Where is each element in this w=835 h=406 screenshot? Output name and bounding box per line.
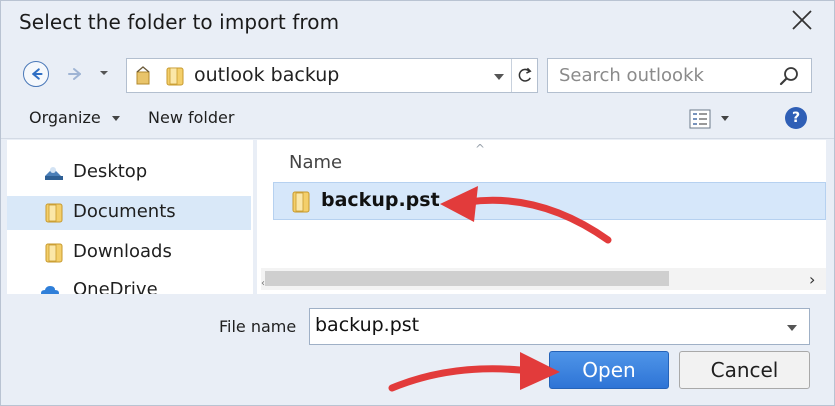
organize-menu[interactable]: Organize — [29, 108, 101, 127]
sort-caret-icon: ^ — [475, 142, 486, 156]
import-folder-dialog: Select the folder to import from outlook… — [0, 0, 835, 406]
nav-item-desktop[interactable]: Desktop — [7, 156, 251, 190]
address-path: outlook backup — [194, 64, 340, 86]
nav-item-label: Downloads — [73, 241, 172, 262]
scrollbar-thumb[interactable] — [265, 271, 669, 286]
view-dropdown-icon[interactable] — [721, 116, 729, 122]
close-icon[interactable] — [789, 7, 815, 33]
file-row-backup-pst[interactable]: backup.pst — [273, 182, 826, 220]
refresh-icon[interactable] — [511, 59, 537, 92]
open-button[interactable]: Open — [549, 351, 669, 389]
nav-item-label: Documents — [73, 201, 176, 222]
column-header-name[interactable]: Name — [289, 152, 342, 173]
address-bar[interactable]: outlook backup — [126, 58, 538, 93]
folder-icon — [166, 67, 184, 86]
search-placeholder: Search outlookk — [559, 65, 704, 86]
file-name-input[interactable]: backup.pst — [309, 308, 810, 345]
address-row: outlook backup Search outlookk — [1, 51, 834, 99]
folder-icon — [45, 203, 63, 223]
file-name: backup.pst — [321, 189, 440, 211]
address-dropdown-icon[interactable] — [493, 73, 505, 81]
file-name-label: File name — [219, 317, 297, 336]
search-icon[interactable] — [778, 65, 800, 87]
back-arrow-icon[interactable] — [23, 61, 49, 87]
file-name-dropdown-icon[interactable] — [786, 324, 798, 332]
nav-item-label: OneDrive — [73, 279, 158, 294]
nav-item-downloads[interactable]: Downloads — [7, 236, 251, 270]
folder-icon — [292, 191, 310, 213]
folder-icon — [45, 243, 63, 263]
nav-item-onedrive[interactable]: OneDrive — [7, 274, 251, 294]
search-input[interactable]: Search outlookk — [547, 58, 812, 93]
scroll-right-icon[interactable]: › — [809, 270, 815, 289]
new-folder-button[interactable]: New folder — [148, 108, 234, 127]
organize-dropdown-icon[interactable] — [112, 116, 120, 122]
horizontal-scrollbar[interactable]: ‹ › — [261, 268, 826, 290]
cancel-button[interactable]: Cancel — [679, 351, 810, 389]
command-toolbar: Organize New folder ? — [1, 99, 834, 139]
help-icon[interactable]: ? — [785, 107, 807, 129]
title-bar: Select the folder to import from — [1, 1, 834, 45]
file-name-value: backup.pst — [315, 314, 420, 336]
cloud-icon — [41, 286, 59, 294]
navigation-pane: Desktop Documents Downloads OneDrive — [7, 140, 253, 294]
forward-arrow-icon[interactable] — [63, 61, 89, 87]
recent-locations-dropdown-icon[interactable] — [99, 69, 109, 77]
nav-item-documents[interactable]: Documents — [7, 196, 251, 230]
dialog-title: Select the folder to import from — [19, 10, 340, 34]
location-icon — [136, 66, 150, 85]
file-list-pane: ^ Name backup.pst ‹ › — [257, 140, 826, 294]
nav-item-label: Desktop — [73, 161, 148, 182]
desktop-icon — [45, 167, 63, 180]
view-options-icon[interactable] — [689, 109, 711, 129]
